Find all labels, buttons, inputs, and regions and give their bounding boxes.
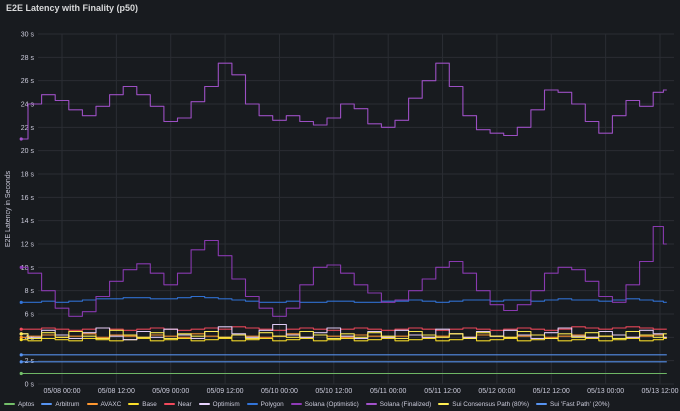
legend-label: Sui Consensus Path (80%) <box>452 400 529 408</box>
legend-swatch <box>198 403 210 405</box>
y-tick-label: 8 s <box>25 288 35 295</box>
series-start-point <box>19 353 23 357</box>
x-tick-label: 05/11 00:00 <box>370 388 407 395</box>
legend-item[interactable]: Near <box>163 398 192 410</box>
legend-item[interactable]: Base <box>128 398 157 410</box>
legend-swatch <box>290 403 302 405</box>
legend-item[interactable]: Polygon <box>246 398 284 410</box>
legend-item[interactable]: Optimism <box>198 398 240 410</box>
legend-label: Sui 'Fast Path' (20%) <box>549 400 610 408</box>
legend-swatch <box>86 403 98 405</box>
x-tick-label: 05/08 12:00 <box>98 388 135 395</box>
legend-label: Near <box>177 400 192 408</box>
legend-item[interactable]: Arbitrum <box>41 398 80 410</box>
legend-label: Base <box>142 400 157 408</box>
y-tick-label: 16 s <box>21 195 35 202</box>
y-tick-label: 14 s <box>21 218 35 225</box>
legend-item[interactable]: Solana (Finalized) <box>365 398 432 410</box>
legend-label: Solana (Optimistic) <box>304 400 359 408</box>
chart-panel: E2E Latency with Finality (p50) 0 s2 s4 … <box>0 0 680 411</box>
series-start-point <box>19 137 23 141</box>
x-tick-label: 05/08 00:00 <box>44 388 81 395</box>
y-tick-label: 20 s <box>21 148 35 155</box>
legend-swatch <box>163 403 175 405</box>
legend-item[interactable]: AVAXC <box>86 398 122 410</box>
series-start-point <box>19 265 23 269</box>
y-tick-label: 28 s <box>21 55 35 62</box>
line-chart: 0 s2 s4 s6 s8 s10 s12 s14 s16 s18 s20 s2… <box>5 32 679 396</box>
series-start-point <box>19 360 23 364</box>
y-axis-label: E2E Latency in Seconds <box>5 170 12 247</box>
legend-swatch <box>4 403 15 405</box>
y-tick-label: 30 s <box>21 32 35 39</box>
legend-item[interactable]: Solana (Optimistic) <box>290 398 359 410</box>
y-tick-label: 18 s <box>21 172 35 179</box>
x-tick-label: 05/09 00:00 <box>152 388 189 395</box>
legend-label: Arbitrum <box>55 400 80 408</box>
x-tick-label: 05/10 00:00 <box>261 388 298 395</box>
legend-label: Aptos <box>18 400 35 408</box>
legend-label: Optimism <box>212 400 240 408</box>
series-start-point <box>19 332 23 336</box>
series-start-point <box>19 327 23 331</box>
x-tick-label: 05/11 12:00 <box>424 388 461 395</box>
legend-label: AVAXC <box>100 400 122 408</box>
x-tick-label: 05/12 00:00 <box>478 388 515 395</box>
legend-swatch <box>365 403 377 405</box>
y-tick-label: 6 s <box>25 312 35 319</box>
legend-item[interactable]: Sui 'Fast Path' (20%) <box>535 398 610 410</box>
legend-swatch <box>535 403 547 405</box>
legend-item[interactable]: Aptos <box>4 398 34 410</box>
legend-label: Solana (Finalized) <box>379 400 432 408</box>
series-start-point <box>19 300 23 304</box>
chart-legend: Aptos Arbitrum AVAXC Base Near Optimism Polygo… <box>4 398 680 410</box>
legend-swatch <box>438 403 450 405</box>
legend-item[interactable]: Sui Consensus Path (80%) <box>438 398 529 410</box>
legend-swatch <box>246 403 258 405</box>
x-tick-label: 05/09 12:00 <box>207 388 244 395</box>
legend-label: Polygon <box>260 400 284 408</box>
series-start-point <box>19 338 23 342</box>
legend-swatch <box>128 403 140 405</box>
y-tick-label: 26 s <box>21 78 35 85</box>
y-tick-label: 0 s <box>25 382 35 389</box>
series-line-base <box>21 337 667 342</box>
y-tick-label: 12 s <box>21 242 35 249</box>
x-tick-label: 05/13 00:00 <box>587 388 624 395</box>
series-line-polygon <box>21 295 667 303</box>
x-tick-label: 05/13 12:00 <box>642 388 679 395</box>
series-line-solana-optimistic <box>21 225 667 317</box>
series-start-point <box>19 371 23 376</box>
legend-swatch <box>41 403 53 405</box>
x-tick-label: 05/10 12:00 <box>315 388 352 395</box>
x-tick-label: 05/12 12:00 <box>533 388 570 395</box>
